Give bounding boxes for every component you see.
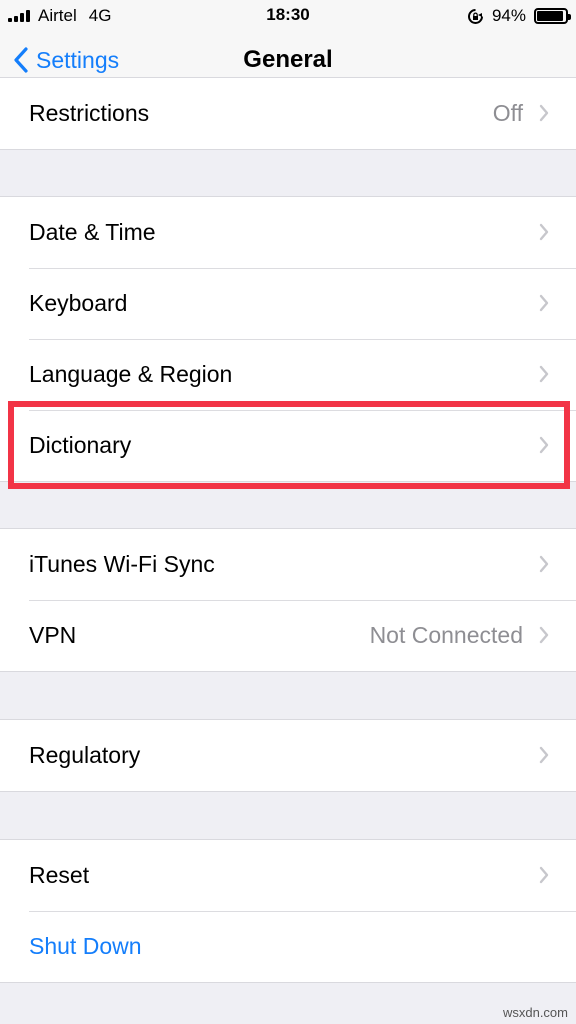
row-label: Keyboard [29,290,128,316]
row-label: iTunes Wi-Fi Sync [29,551,215,577]
battery-fill [537,11,564,21]
row-regulatory[interactable]: Regulatory [0,720,576,791]
row-label: Language & Region [29,361,233,387]
row-value: Not Connected [369,622,523,648]
chevron-right-icon [539,104,549,122]
chevron-right-icon [539,555,549,573]
row-dictionary[interactable]: Dictionary [0,410,576,481]
battery-icon [534,8,571,24]
chevron-right-icon [539,866,549,884]
settings-group-regulatory: Regulatory [0,719,576,792]
row-label: Date & Time [29,219,156,245]
row-value: Off [492,100,523,126]
chevron-right-icon [539,365,549,383]
chevron-right-icon [539,294,549,312]
status-bar: Airtel 4G 18:30 94% [0,0,576,34]
row-date-time[interactable]: Date & Time [0,197,576,268]
row-label: Dictionary [29,432,132,458]
row-label: Regulatory [29,742,141,768]
row-vpn[interactable]: VPN Not Connected [0,600,576,671]
battery-percent: 94% [491,6,526,25]
row-label: Shut Down [29,933,142,959]
chevron-right-icon [539,223,549,241]
orientation-lock-icon [467,8,484,25]
row-restrictions[interactable]: Restrictions Off [0,78,576,149]
row-label: Reset [29,862,90,888]
settings-group-restrictions: Restrictions Off [0,77,576,150]
row-itunes-wifi-sync[interactable]: iTunes Wi-Fi Sync [0,529,576,600]
status-right: 94% [467,6,571,26]
row-label: VPN [29,622,77,648]
settings-group-localization: Date & Time Keyboard Language & Region D… [0,196,576,482]
chevron-right-icon [539,626,549,644]
shut-down-button[interactable]: Shut Down [0,911,576,982]
row-language-region[interactable]: Language & Region [0,339,576,410]
row-keyboard[interactable]: Keyboard [0,268,576,339]
row-label: Restrictions [29,100,150,126]
page-title: General [243,46,333,73]
watermark: wsxdn.com [502,1005,568,1020]
settings-group-network: iTunes Wi-Fi Sync VPN Not Connected [0,528,576,672]
chevron-right-icon [539,746,549,764]
chevron-right-icon [539,436,549,454]
row-reset[interactable]: Reset [0,840,576,911]
settings-group-power: Reset Shut Down [0,839,576,983]
